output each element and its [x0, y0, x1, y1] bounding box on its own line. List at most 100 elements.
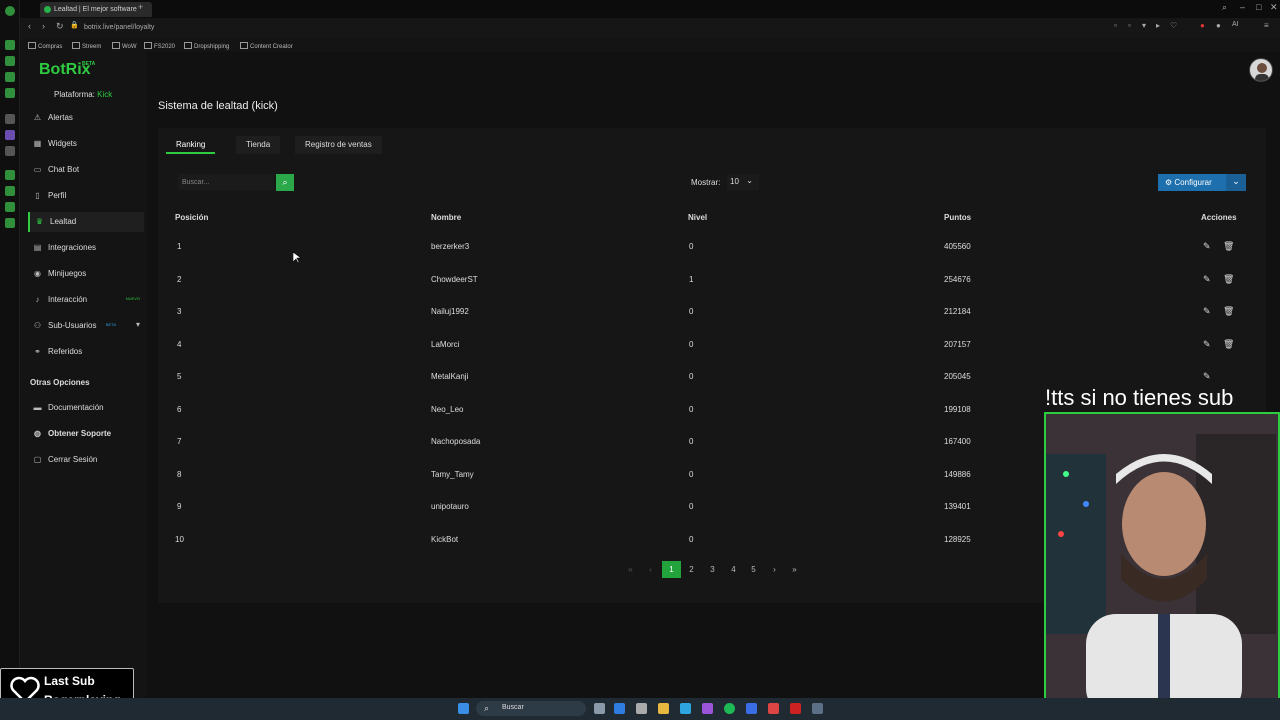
trash-icon[interactable]: 🗑	[1223, 274, 1234, 285]
heart-icon[interactable]: ♡	[1170, 21, 1177, 30]
extension-icon[interactable]: ●	[1200, 21, 1205, 30]
search-button[interactable]: ⌕	[276, 174, 294, 191]
sidebar-item-chat-bot[interactable]: ▭ Chat Bot	[28, 160, 144, 180]
show-select[interactable]: 10 ⌄	[727, 174, 759, 190]
edit-icon[interactable]: ✎	[1203, 274, 1211, 285]
url-field[interactable]: botrix.live/panel/loyalty	[84, 24, 154, 31]
column-header-points[interactable]: Puntos	[944, 213, 971, 222]
sidebar-item-sub-usuarios[interactable]: ⚇ Sub-Usuarios BETA ▾	[28, 316, 144, 336]
page-1[interactable]: 1	[662, 561, 681, 578]
edge-icon[interactable]	[614, 703, 625, 714]
app-icon[interactable]	[636, 703, 647, 714]
steam-icon[interactable]	[812, 703, 823, 714]
sidebar-app-icon[interactable]	[5, 56, 15, 66]
row-position: 3	[177, 307, 182, 316]
sidebar-app-icon[interactable]	[5, 170, 15, 180]
app-icon[interactable]	[790, 703, 801, 714]
browser-tab[interactable]: Lealtad | El mejor software	[40, 2, 152, 17]
taskbar-search[interactable]: ⌕ Buscar	[476, 701, 586, 716]
sidebar-app-icon[interactable]	[5, 218, 15, 228]
bookmark-compras[interactable]: Compras	[28, 42, 62, 50]
search-icon[interactable]: ⌕	[1222, 2, 1227, 13]
edit-icon[interactable]: ✎	[1203, 371, 1211, 382]
browser-app-icon[interactable]	[768, 703, 779, 714]
sidebar-item-interaccion[interactable]: ♪ Interacción NUEVO	[28, 290, 144, 310]
chevron-down-icon: ⌄	[746, 176, 753, 185]
sidebar-app-icon[interactable]	[5, 88, 15, 98]
bookmark-wow[interactable]: WoW	[112, 42, 137, 50]
avatar[interactable]	[1249, 58, 1273, 82]
profile-icon[interactable]: ●	[1216, 21, 1221, 30]
edit-icon[interactable]: ✎	[1203, 339, 1211, 350]
page-2[interactable]: 2	[682, 561, 701, 578]
ai-icon[interactable]: AI	[1232, 21, 1239, 28]
extension-icon[interactable]: ▾	[1142, 21, 1146, 30]
sidebar-item-minijuegos[interactable]: ◉ Minijuegos	[28, 264, 144, 284]
configure-button[interactable]: ⚙ Configurar	[1158, 174, 1226, 191]
page-5[interactable]: 5	[744, 561, 763, 578]
tab-registro-ventas[interactable]: Registro de ventas	[295, 136, 382, 154]
sidebar-app-icon[interactable]	[5, 130, 15, 140]
maximize-icon[interactable]: □	[1256, 2, 1261, 12]
warning-icon: ⚠	[33, 113, 42, 122]
windows-start-icon[interactable]	[458, 703, 469, 714]
column-header-name[interactable]: Nombre	[431, 213, 461, 222]
trash-icon[interactable]: 🗑	[1223, 339, 1234, 350]
sidebar-item-alertas[interactable]: ⚠ Alertas	[28, 108, 144, 128]
edit-icon[interactable]: ✎	[1203, 306, 1211, 317]
sidebar-app-icon[interactable]	[5, 40, 15, 50]
taskview-icon[interactable]	[594, 703, 605, 714]
minimize-icon[interactable]: –	[1240, 2, 1245, 12]
last-page-icon[interactable]: »	[785, 561, 804, 578]
sidebar-app-icon[interactable]	[5, 146, 15, 156]
trash-icon[interactable]: 🗑	[1223, 241, 1234, 252]
bookmark-streem[interactable]: Streem	[72, 42, 101, 50]
tab-ranking[interactable]: Ranking	[166, 136, 216, 154]
sidebar-app-icon[interactable]	[5, 186, 15, 196]
spotify-icon[interactable]	[724, 703, 735, 714]
app-icon[interactable]	[702, 703, 713, 714]
page-3[interactable]: 3	[703, 561, 722, 578]
chevron-down-icon[interactable]: ▾	[136, 320, 140, 329]
sidebar-item-soporte[interactable]: ◍ Obtener Soporte	[28, 424, 144, 444]
bookmark-dropshipping[interactable]: Dropshipping	[184, 42, 229, 50]
back-icon[interactable]: ‹	[28, 21, 31, 31]
forward-icon[interactable]: ›	[42, 21, 45, 31]
sidebar-item-referidos[interactable]: ⚭ Referidos	[28, 342, 144, 362]
sidebar-item-documentacion[interactable]: ▬ Documentación	[28, 398, 144, 418]
next-page-icon[interactable]: ›	[765, 561, 784, 578]
app-icon[interactable]	[746, 703, 757, 714]
trash-icon[interactable]: 🗑	[1223, 306, 1234, 317]
tab-tienda[interactable]: Tienda	[236, 136, 281, 154]
extension-icon[interactable]: ▫	[1114, 21, 1117, 30]
prev-page-icon[interactable]: ‹	[641, 561, 660, 578]
menu-icon[interactable]: ≡	[1264, 21, 1269, 30]
folder-icon[interactable]	[658, 703, 669, 714]
bookmark-content-creator[interactable]: Content Creator	[240, 42, 293, 50]
sidebar-app-icon[interactable]	[5, 202, 15, 212]
new-tab-icon[interactable]: +	[138, 2, 143, 12]
configure-dropdown-button[interactable]: ⌄	[1226, 174, 1246, 191]
extension-icon[interactable]: ▫	[1128, 21, 1131, 30]
app-icon[interactable]	[680, 703, 691, 714]
sidebar-app-icon[interactable]	[5, 72, 15, 82]
gear-icon: ⚙	[1165, 178, 1173, 187]
search-input[interactable]	[178, 174, 274, 190]
sidebar-app-icon[interactable]	[5, 114, 15, 124]
sidebar-item-integraciones[interactable]: ▤ Integraciones	[28, 238, 144, 258]
edit-icon[interactable]: ✎	[1203, 241, 1211, 252]
close-icon[interactable]: ✕	[1270, 2, 1278, 13]
extension-icon[interactable]: ▸	[1156, 21, 1160, 30]
sidebar-item-cerrar-sesion[interactable]: ▢ Cerrar Sesión	[28, 450, 144, 470]
sidebar-item-widgets[interactable]: ▦ Widgets	[28, 134, 144, 154]
sidebar-item-perfil[interactable]: ▯ Perfil	[28, 186, 144, 206]
first-page-icon[interactable]: «	[621, 561, 640, 578]
sidebar-item-lealtad[interactable]: ♛ Lealtad	[28, 212, 144, 232]
reload-icon[interactable]: ↻	[56, 21, 64, 32]
streamer-image	[1046, 414, 1278, 714]
row-level: 0	[689, 372, 694, 381]
column-header-level[interactable]: Nivel	[688, 213, 707, 222]
page-4[interactable]: 4	[724, 561, 743, 578]
bookmark-fs2020[interactable]: FS2020	[144, 42, 175, 50]
column-header-position[interactable]: Posición	[175, 213, 208, 222]
